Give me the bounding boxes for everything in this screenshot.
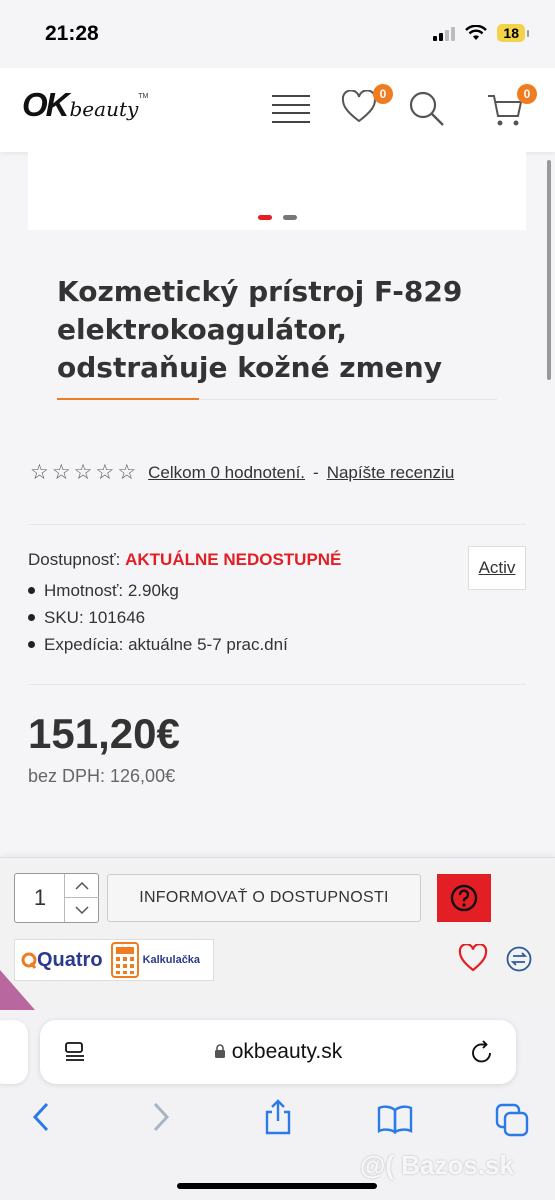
calculator-icon <box>110 942 139 978</box>
availability-status: AKTUÁLNE NEDOSTUPNÉ <box>125 550 342 569</box>
heart-icon <box>458 943 488 972</box>
heart-icon <box>341 89 377 123</box>
signal-icon <box>433 25 456 41</box>
question-icon <box>450 884 478 912</box>
help-button[interactable] <box>437 874 491 922</box>
address-bar[interactable]: okbeauty.sk <box>40 1020 516 1084</box>
lock-icon <box>214 1044 225 1058</box>
write-review-link[interactable]: Napíšte recenziu <box>327 463 455 483</box>
chevron-left-icon <box>32 1102 49 1132</box>
tabs-icon <box>495 1103 529 1137</box>
reload-icon[interactable] <box>470 1039 494 1065</box>
calculator-label: Kalkulačka <box>142 954 201 966</box>
spec-sku: SKU: 101646 <box>28 604 288 631</box>
rating-row: ☆ ☆ ☆ ☆ ☆ Celkom 0 hodnotení. - Napíšte … <box>30 460 454 485</box>
wishlist-button[interactable] <box>341 89 377 129</box>
watermark: @( Bazos.sk <box>360 1150 514 1180</box>
gallery-dot-active[interactable] <box>258 215 272 220</box>
add-to-wishlist-button[interactable] <box>458 943 488 977</box>
compare-icon <box>506 946 532 972</box>
chevron-right-icon <box>153 1102 170 1132</box>
quantity-increase-button[interactable] <box>65 874 99 898</box>
spec-list: Hmotnosť: 2.90kg SKU: 101646 Expedícia: … <box>28 577 288 658</box>
rating-separator: - <box>313 462 319 482</box>
quantity-decrease-button[interactable] <box>65 898 99 922</box>
star-icon[interactable]: ☆ <box>74 460 93 485</box>
quatro-calculator-button[interactable]: Quatro Kalkulačka <box>14 939 214 981</box>
back-button[interactable] <box>30 1100 52 1139</box>
share-button[interactable] <box>263 1098 293 1141</box>
product-price: 151,20€ <box>28 710 180 757</box>
site-logo[interactable]: OK beauty TM <box>22 86 148 124</box>
availability-line: Dostupnosť: AKTUÁLNE NEDOSTUPNÉ <box>28 550 341 570</box>
cart-count-badge: 0 <box>517 84 537 104</box>
spec-shipping: Expedícia: aktuálne 5-7 prac.dní <box>28 631 288 658</box>
rating-count-link[interactable]: Celkom 0 hodnotení. <box>148 463 305 483</box>
logo-ok: OK <box>22 86 69 123</box>
wifi-icon <box>465 25 488 40</box>
decorative-corner <box>0 970 35 1010</box>
battery-icon: 18 <box>497 24 529 42</box>
status-time: 21:28 <box>45 22 99 45</box>
search-button[interactable] <box>408 90 446 133</box>
wishlist-count-badge: 0 <box>373 84 393 104</box>
home-indicator <box>177 1183 377 1189</box>
rating-stars[interactable]: ☆ ☆ ☆ ☆ ☆ <box>30 460 136 485</box>
tabs-button[interactable] <box>495 1103 529 1142</box>
star-icon[interactable]: ☆ <box>30 460 49 485</box>
quatro-label: Quatro <box>37 948 103 971</box>
search-icon <box>409 91 444 126</box>
chevron-down-icon <box>75 906 89 914</box>
quatro-q-icon <box>21 952 37 969</box>
quantity-arrows <box>64 874 99 922</box>
star-icon[interactable]: ☆ <box>117 460 136 485</box>
gallery-dot[interactable] <box>283 215 297 220</box>
forward-button[interactable] <box>150 1100 172 1139</box>
compare-button[interactable] <box>506 946 532 977</box>
availability-label: Dostupnosť: <box>28 550 121 569</box>
product-title: Kozmetický prístroj F-829 elektrokoagulá… <box>57 275 463 384</box>
activ-button[interactable]: Activ <box>468 546 526 590</box>
quantity-stepper[interactable]: 1 <box>14 873 99 923</box>
star-icon[interactable]: ☆ <box>95 460 114 485</box>
page-scrollbar[interactable] <box>547 160 551 380</box>
bookmarks-button[interactable] <box>377 1104 413 1139</box>
divider <box>28 684 526 685</box>
address-text: okbeauty.sk <box>40 1020 516 1084</box>
logo-beauty: beauty <box>69 97 139 121</box>
url-label: okbeauty.sk <box>231 1040 343 1063</box>
site-header: OK beauty TM 0 0 <box>0 68 555 152</box>
quantity-input[interactable]: 1 <box>15 874 65 922</box>
book-icon <box>377 1105 413 1135</box>
star-icon[interactable]: ☆ <box>52 460 71 485</box>
status-icons: 18 <box>433 24 529 42</box>
spec-weight: Hmotnosť: 2.90kg <box>28 577 288 604</box>
price-without-vat: bez DPH: 126,00€ <box>28 766 176 786</box>
logo-tm: TM <box>138 93 149 100</box>
product-gallery[interactable] <box>28 152 526 230</box>
divider <box>28 524 526 525</box>
previous-tab-peek[interactable] <box>0 1020 28 1084</box>
share-icon <box>265 1099 291 1135</box>
menu-icon[interactable] <box>272 95 310 123</box>
title-underline <box>199 399 497 400</box>
status-bar: 21:28 18 <box>0 0 555 68</box>
title-underline-accent <box>57 398 199 400</box>
notify-availability-button[interactable]: INFORMOVAŤ O DOSTUPNOSTI <box>107 874 421 922</box>
chevron-up-icon <box>75 881 89 890</box>
